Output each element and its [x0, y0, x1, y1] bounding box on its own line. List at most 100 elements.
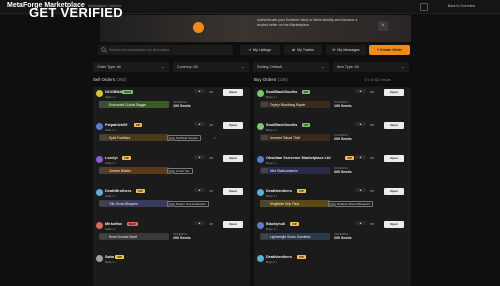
buy-orders-title: Buy Orders	[254, 77, 277, 82]
vote-button[interactable]: ▲	[194, 89, 205, 93]
avatar[interactable]	[96, 189, 103, 196]
vote-button[interactable]: ▲	[355, 221, 366, 225]
item-tag[interactable]: Lightweight Shock Gauntlets	[260, 233, 330, 240]
sorting-label: Sorting: Default	[257, 65, 282, 69]
currency-filter[interactable]: Currency: All ⌄	[173, 62, 249, 72]
item-type-filter[interactable]: Item Type: All ⌄	[333, 62, 409, 72]
vote-button[interactable]: ▲	[194, 122, 205, 126]
back-icon[interactable]	[420, 3, 428, 11]
open-order-button[interactable]: Open	[223, 188, 243, 195]
wanted-item-tag[interactable]: Raptor Grip Exhauster	[167, 201, 209, 207]
open-order-button[interactable]: Open	[384, 155, 404, 162]
avatar[interactable]	[257, 90, 264, 97]
my-listings-label: My Listings	[253, 48, 272, 52]
my-messages-button[interactable]: ✉ My Messages	[326, 45, 366, 55]
create-order-button[interactable]: + Create Order	[369, 45, 410, 55]
avatar[interactable]	[257, 255, 264, 262]
search-bar[interactable]	[98, 45, 233, 55]
offer-amount: 300 Seeds	[334, 170, 352, 174]
username[interactable]: Paipatrick99	[105, 123, 127, 127]
open-order-button[interactable]: Open	[384, 188, 404, 195]
order-type-filter[interactable]: Order Type: All ⌄	[93, 62, 169, 72]
order-meta: Buys 1 •	[266, 194, 278, 198]
vote-button[interactable]: ▲	[355, 122, 366, 126]
item-tag[interactable]: Kingfisher Grip Tiara	[260, 200, 330, 207]
buy-order-card[interactable]: Blackyhull VIP Buys 1 • Lightweight Shock …	[254, 219, 411, 253]
wanted-item-tag[interactable]: Armor Set	[167, 168, 193, 174]
item-thumbnail	[100, 135, 107, 140]
username[interactable]: Blackyhull	[266, 222, 285, 226]
avatar[interactable]	[96, 90, 103, 97]
sell-order-card[interactable]: Lorelyt VIP Sells 3 • Cheese Blaster Armor …	[93, 153, 250, 187]
item-tag[interactable]: Bone Knuckle Snuff	[99, 233, 169, 240]
search-input[interactable]	[109, 45, 229, 55]
vote-button[interactable]: ▲	[355, 188, 366, 192]
my-trades-button[interactable]: ⇄ My Trades	[284, 45, 322, 55]
item-tag[interactable]: Mist Shadowwarrior	[260, 167, 330, 174]
item-tag[interactable]: Zephyr Bloodfang Rapier	[260, 101, 330, 108]
banner-close-button[interactable]: ×	[378, 21, 388, 31]
username[interactable]: SoulBlackSouths	[266, 90, 297, 94]
vote-button[interactable]: ▲	[355, 89, 366, 93]
sorting-filter[interactable]: Sorting: Default ⌄	[253, 62, 329, 72]
vote-button[interactable]: ▲	[194, 188, 205, 192]
username[interactable]: Deathbrothers	[266, 255, 292, 259]
item-tag[interactable]: Cheese Blaster	[99, 167, 169, 174]
order-meta: Buys 1 •	[266, 95, 278, 99]
avatar[interactable]	[96, 255, 103, 262]
sell-order-card[interactable]: Mirkoffax NEW Sells 1 • Bone Knuckle Snuff…	[93, 219, 250, 253]
username[interactable]: Obsidian Scrivener Marketplace Ltd	[266, 156, 331, 160]
username[interactable]: DeathBrothers	[105, 189, 131, 193]
vote-button[interactable]: ▲	[194, 221, 205, 225]
wanted-item-tag[interactable]: Mythical Scepter	[167, 135, 202, 141]
avatar[interactable]	[257, 123, 264, 130]
open-order-button[interactable]: Open	[384, 221, 404, 228]
user-badge: VIP	[135, 189, 145, 193]
username[interactable]: SoulBlackSouths	[266, 123, 297, 127]
rating-value: 4/5	[209, 222, 214, 226]
buy-order-card[interactable]: Deathbrothers VIP Buys 1 •	[254, 252, 411, 286]
back-to-overview-link[interactable]: Back to Overview	[448, 4, 475, 8]
avatar[interactable]	[257, 222, 264, 229]
open-order-button[interactable]: Open	[223, 89, 243, 96]
open-order-button[interactable]: Open	[384, 89, 404, 96]
item-name: Bone Knuckle Snuff	[109, 234, 137, 239]
sell-order-card[interactable]: NOOBMAN NEW Sells 1 • Enchanted Crystal Da…	[93, 87, 250, 121]
rating-value: 4/5	[209, 156, 214, 160]
open-order-button[interactable]: Open	[223, 122, 243, 129]
avatar[interactable]	[257, 156, 264, 163]
results-count: 372 of 382 results	[364, 78, 391, 82]
username[interactable]: Deathbrothers	[266, 189, 292, 193]
sell-order-card[interactable]: Paipatrick99 VIP Sells 2 • Spirit Familiar…	[93, 120, 250, 154]
sell-order-card[interactable]: Saba VIP Sells 1 •	[93, 252, 250, 286]
rating-value: 4/5	[209, 123, 214, 127]
open-order-button[interactable]: Open	[223, 221, 243, 228]
username[interactable]: Lorelyt	[105, 156, 118, 160]
wanted-item-tag[interactable]: Radiant Wizard Blueprint	[328, 201, 374, 207]
avatar[interactable]	[96, 123, 103, 130]
username[interactable]: Saba	[105, 255, 114, 259]
open-order-button[interactable]: Open	[384, 122, 404, 129]
avatar[interactable]	[96, 222, 103, 229]
avatar[interactable]	[257, 189, 264, 196]
user-badge: VIP	[301, 123, 311, 127]
avatar[interactable]	[96, 156, 103, 163]
item-tag[interactable]: Yllic Gemu Blueprint	[99, 200, 169, 207]
my-listings-button[interactable]: ≡ My Listings	[240, 45, 280, 55]
user-badge: VIP	[345, 156, 355, 160]
buy-order-card[interactable]: Deathbrothers VIP Buys 1 • Kingfisher Grip…	[254, 186, 411, 220]
sell-order-card[interactable]: DeathBrothers VIP Sells 2 • Yllic Gemu Blu…	[93, 186, 250, 220]
buy-order-card[interactable]: SoulBlackSouths VIP Buys 1 • Zephyr Bloodf…	[254, 87, 411, 121]
wanted-item-name: Mythical Scepter	[176, 136, 199, 140]
username[interactable]: Mirkoffax	[105, 222, 122, 226]
open-order-button[interactable]: Open	[223, 155, 243, 162]
chevron-down-icon: ⌄	[240, 64, 245, 70]
buy-order-card[interactable]: SoulBlackSouths VIP Buys 1 • Armored Tabax…	[254, 120, 411, 154]
vote-button[interactable]: ▲	[355, 155, 366, 159]
vote-button[interactable]: ▲	[194, 155, 205, 159]
item-thumbnail	[100, 201, 107, 206]
item-tag[interactable]: Enchanted Crystal Dagger	[99, 101, 169, 108]
buy-order-card[interactable]: Obsidian Scrivener Marketplace Ltd VIP Buy…	[254, 153, 411, 187]
item-tag[interactable]: Spirit Familiars	[99, 134, 169, 141]
item-tag[interactable]: Armored Tabaxi Thief	[260, 134, 330, 141]
